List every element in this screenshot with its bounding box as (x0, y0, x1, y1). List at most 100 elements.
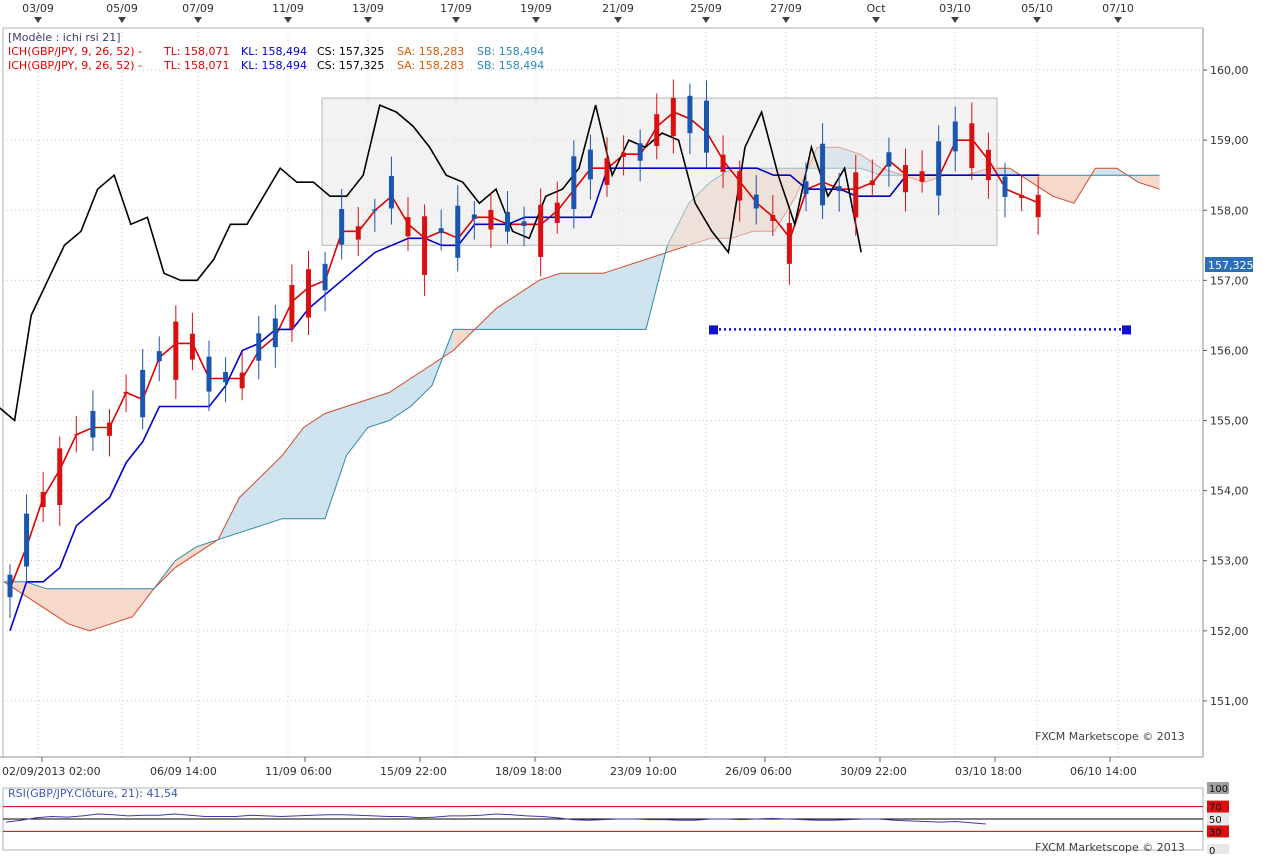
legend-rows: ICH(GBP/JPY, 9, 26, 52) - TL: 158,071 KL: … (8, 45, 544, 72)
kumo-segment (560, 273, 582, 330)
legend-tl: TL: 158,071 (163, 59, 230, 72)
top-date-label: 05/10 (1021, 2, 1053, 15)
candle-body (737, 171, 743, 201)
watermark-main: FXCM Marketscope © 2013 (1035, 730, 1185, 743)
kumo-segment (624, 259, 646, 330)
candle-body (206, 356, 212, 392)
candle-body (106, 422, 112, 436)
candle-body (886, 152, 892, 167)
candle-body (952, 121, 958, 152)
bottom-date-label: 06/10 14:00 (1070, 765, 1137, 778)
candle-body (902, 164, 908, 193)
candle-body (753, 194, 759, 209)
candle-body (57, 448, 63, 505)
price-tick-label: 156,00 (1210, 344, 1249, 357)
candle-body (339, 209, 345, 245)
chart-root: 03/09 05/09 07/09 11/09 13/09 17/09 19/09 21/09… (0, 0, 1263, 857)
legend-cs: CS: 157,325 (317, 59, 384, 72)
legend-sa: SA: 158,283 (397, 45, 464, 58)
top-date-label: Oct (866, 2, 886, 15)
price-tick-label: 158,00 (1210, 204, 1249, 217)
bottom-date-label: 18/09 18:00 (495, 765, 562, 778)
candle-body (670, 97, 676, 136)
template-label: [Modèle : ichi rsi 21] (8, 31, 121, 44)
legend-sb: SB: 158,494 (477, 45, 544, 58)
candle-body (703, 100, 709, 153)
top-date-label: 07/10 (1102, 2, 1134, 15)
candle-body (256, 333, 262, 361)
candle-body (189, 333, 195, 360)
rsi-axis-label: 0 (1209, 846, 1215, 854)
candle-body (554, 202, 560, 223)
kumo-segment (603, 266, 625, 330)
legend-prefix: ICH(GBP/JPY, 9, 26, 52) - (8, 59, 142, 72)
candle-body (504, 211, 510, 232)
top-date-label: 13/09 (352, 2, 384, 15)
rsi-axis-label: 30 (1209, 827, 1222, 838)
bottom-date-label: 23/09 10:00 (610, 765, 677, 778)
current-price-label: 157,325 (1208, 259, 1254, 272)
legend-sb: SB: 158,494 (477, 59, 544, 72)
horizontal-line-handle-right (1122, 325, 1131, 335)
candle-body (571, 156, 577, 209)
candle-body (836, 186, 842, 192)
bottom-date-label: 11/09 06:00 (265, 765, 332, 778)
candle-body (820, 143, 826, 206)
candle-body (73, 434, 79, 436)
candle-body (305, 269, 311, 318)
price-tick-label: 154,00 (1210, 485, 1249, 498)
candle-body (438, 228, 444, 234)
rsi-label: RSI(GBP/JPY.Clôture, 21): 41,54 (8, 787, 178, 800)
price-tick-label: 160,00 (1210, 64, 1249, 77)
price-tick-label: 155,00 (1210, 415, 1249, 428)
kumo-segment (1095, 168, 1117, 176)
rsi-axis-label: 100 (1209, 784, 1228, 795)
top-date-label: 03/10 (939, 2, 971, 15)
top-date-label: 17/09 (440, 2, 472, 15)
top-date-label: 27/09 (770, 2, 802, 15)
candle-body (488, 209, 494, 230)
candle-body (853, 172, 859, 218)
price-tick-label: 159,00 (1210, 134, 1249, 147)
candle-body (1035, 194, 1041, 218)
candle-body (621, 152, 627, 157)
price-tick-label: 157,00 (1210, 274, 1249, 287)
bottom-date-label: 26/09 06:00 (725, 765, 792, 778)
candle-body (239, 372, 245, 389)
top-date-label: 25/09 (690, 2, 722, 15)
candle-body (322, 263, 328, 291)
top-date-label: 21/09 (602, 2, 634, 15)
legend-tl: TL: 158,071 (163, 45, 230, 58)
candle-body (869, 180, 875, 186)
candle-body (388, 175, 394, 209)
candle-body (471, 214, 477, 219)
candle-body (538, 204, 544, 257)
candle-body (1019, 195, 1025, 198)
candle-body (770, 215, 776, 221)
bottom-date-label: 30/09 22:00 (840, 765, 907, 778)
bottom-date-label: 15/09 22:00 (380, 765, 447, 778)
candle-body (272, 318, 278, 348)
candle-body (455, 205, 461, 258)
candle-body (720, 154, 726, 172)
candle-body (24, 513, 30, 567)
candle-body (123, 391, 129, 394)
price-tick-label: 153,00 (1210, 555, 1249, 568)
legend-cs: CS: 157,325 (317, 45, 384, 58)
candle-body (919, 171, 925, 182)
candle-body (372, 209, 378, 211)
bottom-date-label: 06/09 14:00 (150, 765, 217, 778)
candle-body (223, 372, 229, 383)
kumo-segment (581, 273, 604, 330)
rsi-axis-label: 50 (1209, 815, 1222, 826)
top-date-label: 11/09 (272, 2, 304, 15)
candle-body (355, 226, 361, 240)
bottom-date-label: 03/10 18:00 (955, 765, 1022, 778)
top-date-label: 07/09 (182, 2, 214, 15)
bottom-date-label: 02/09/2013 02:00 (2, 765, 101, 778)
legend-kl: KL: 158,494 (241, 45, 307, 58)
candle-body (156, 351, 162, 362)
kumo-segment (303, 413, 325, 519)
candle-body (936, 141, 942, 196)
candle-body (405, 217, 411, 237)
